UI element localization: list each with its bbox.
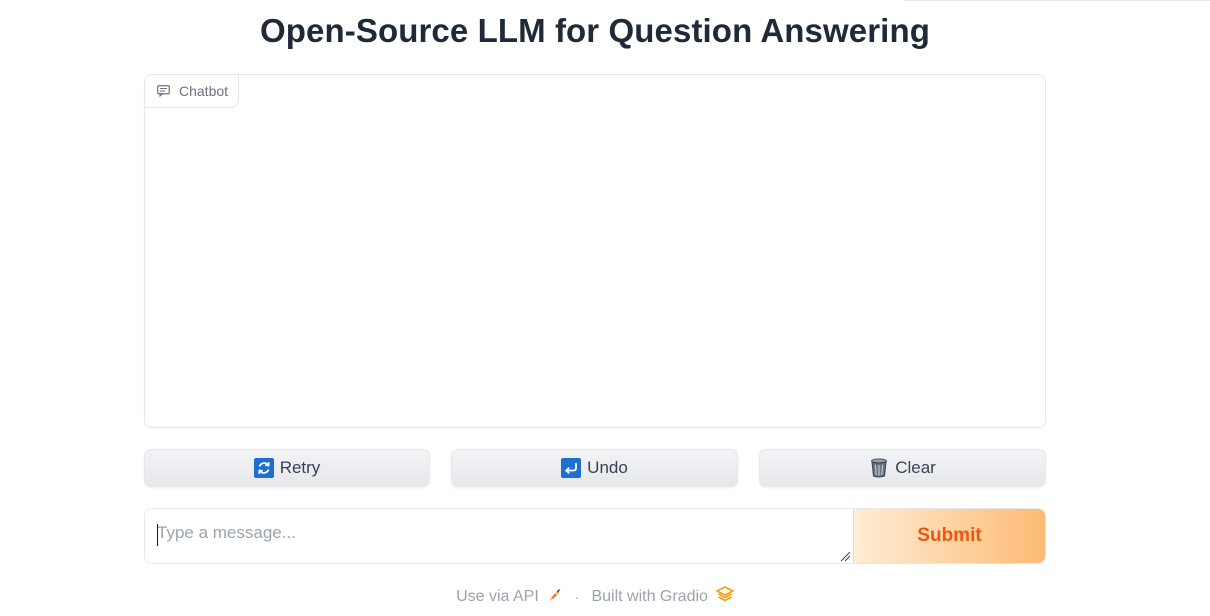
action-buttons: Retry Undo Clear xyxy=(144,449,1046,489)
app-root: Open-Source LLM for Question Answering C… xyxy=(0,0,1210,616)
top-divider xyxy=(905,0,1210,1)
undo-button[interactable]: Undo xyxy=(451,449,738,487)
chatbot-panel: Chatbot xyxy=(144,74,1046,428)
page-title: Open-Source LLM for Question Answering xyxy=(260,12,930,49)
clear-label: Clear xyxy=(895,458,936,477)
retry-button[interactable]: Retry xyxy=(144,449,430,487)
message-input[interactable] xyxy=(145,509,853,563)
submit-button[interactable]: Submit xyxy=(853,509,1045,563)
trash-icon xyxy=(869,458,889,478)
resize-handle-icon[interactable] xyxy=(839,549,851,562)
retry-icon xyxy=(253,458,274,478)
text-caret xyxy=(157,524,158,546)
retry-label: Retry xyxy=(279,458,321,477)
rocket-icon xyxy=(547,586,563,607)
chatbot-label-text: Chatbot xyxy=(179,83,229,99)
undo-icon xyxy=(561,458,582,478)
message-composer: Submit xyxy=(144,508,1046,564)
built-with-gradio-link[interactable]: Built with Gradio xyxy=(591,586,735,607)
clear-button[interactable]: Clear xyxy=(759,449,1046,487)
gradio-logo-icon xyxy=(715,586,735,607)
chatbot-label: Chatbot xyxy=(145,75,240,108)
use-api-link[interactable]: Use via API xyxy=(456,586,563,607)
built-with-gradio-label: Built with Gradio xyxy=(591,587,708,605)
footer-separator: · xyxy=(574,588,580,605)
footer: Use via API · Built with Gradio xyxy=(0,586,1190,607)
undo-label: Undo xyxy=(587,458,628,477)
use-api-label: Use via API xyxy=(456,587,539,605)
chat-icon xyxy=(157,85,170,97)
